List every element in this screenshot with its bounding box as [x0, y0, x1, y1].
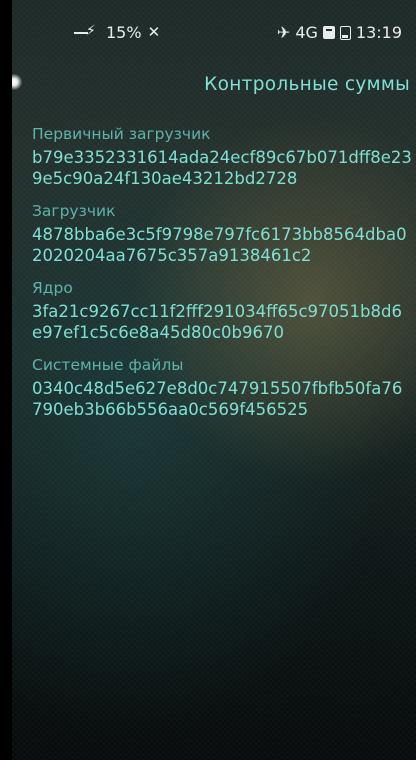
status-bar: ⚡ 15% ✕ ✈ 4G 13:19 — [12, 0, 416, 62]
checksum-value: 3fa21c9267cc11f2fff291034ff65c97051b8d6e… — [32, 302, 402, 342]
checksum-label: Ядро — [32, 279, 73, 297]
checksum-value: b79e3352331614ada24ecf89c67b071dff8e239e… — [32, 148, 412, 188]
checksum-value: 0340c48d5e627e8d0c747915507fbfb50fa76790… — [32, 379, 403, 419]
status-time: 13:19 — [355, 23, 402, 42]
checksum-label: Первичный загрузчик — [32, 125, 211, 143]
battery-icon — [339, 25, 351, 40]
page-title: Контрольные суммы — [204, 74, 410, 95]
checksum-item-system-files: Системные файлы 0340c48d5e627e8d0c747915… — [32, 355, 412, 420]
checksum-list: Первичный загрузчик b79e3352331614ada24e… — [32, 124, 412, 432]
checksum-item-primary-bootloader: Первичный загрузчик b79e3352331614ada24e… — [32, 124, 412, 189]
signal-off-icon: ✕ — [147, 23, 161, 41]
checksum-label: Системные файлы — [32, 356, 184, 374]
airplane-icon: ✈ — [276, 22, 291, 42]
status-right: ✈ 4G 13:19 — [277, 23, 402, 42]
checksum-value: 4878bba6e3c5f9798e797fc6173bb8564dba0202… — [32, 225, 407, 265]
status-left: ⚡ 15% ✕ — [74, 23, 160, 42]
charging-icon: ⚡ — [74, 24, 100, 39]
screen: ⚡ 15% ✕ ✈ 4G 13:19 Контрольные суммы Пер… — [12, 0, 416, 760]
sim-icon — [322, 26, 335, 39]
battery-percent: 15% — [106, 23, 142, 42]
checksum-item-bootloader: Загрузчик 4878bba6e3c5f9798e797fc6173bb8… — [32, 201, 412, 266]
network-type: 4G — [295, 23, 318, 42]
back-glow-icon[interactable] — [12, 74, 22, 90]
checksum-item-kernel: Ядро 3fa21c9267cc11f2fff291034ff65c97051… — [32, 278, 412, 343]
checksum-label: Загрузчик — [32, 202, 116, 220]
